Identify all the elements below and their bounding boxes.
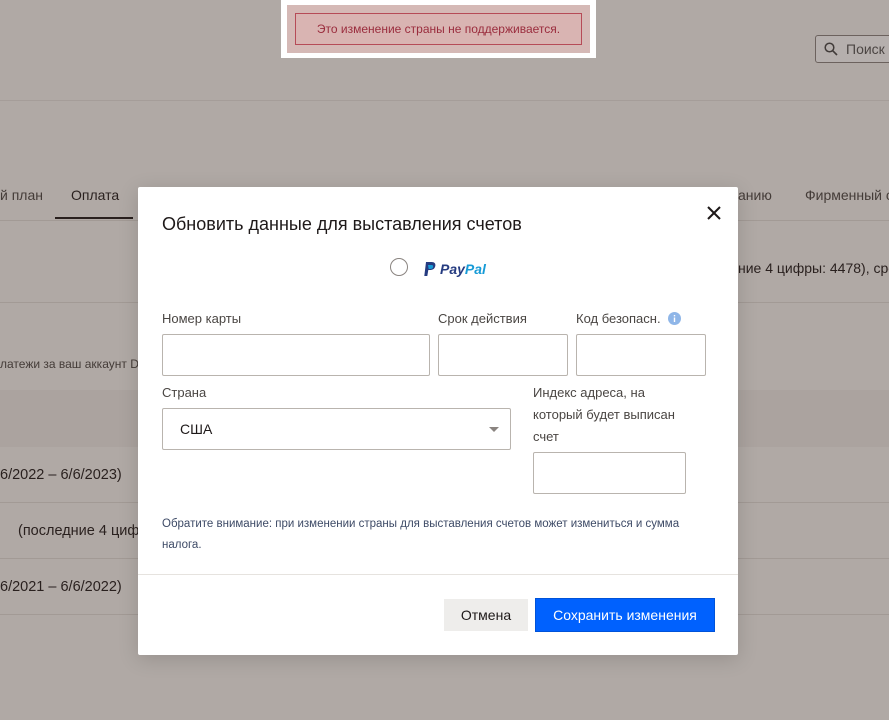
country-label: Страна (162, 385, 207, 400)
expiry-input[interactable] (438, 334, 568, 376)
info-icon[interactable] (668, 312, 682, 325)
zip-label: Индекс адреса, на который будет выписан … (533, 385, 675, 444)
cvc-label: Код безопасн. (576, 311, 682, 326)
expiry-label: Срок действия (438, 311, 527, 326)
paypal-radio[interactable] (390, 258, 408, 276)
error-message: Это изменение страны не поддерживается. (295, 13, 582, 45)
zip-input[interactable] (533, 452, 686, 494)
close-button[interactable] (704, 203, 724, 223)
card-number-label: Номер карты (162, 311, 242, 326)
paypal-icon (424, 262, 436, 276)
cvc-input[interactable] (576, 334, 706, 376)
paypal-logo: Pay Pal (423, 260, 486, 278)
chevron-down-icon (489, 427, 499, 432)
error-banner: Это изменение страны не поддерживается. (281, 0, 596, 58)
billing-modal: Обновить данные для выставления счетов P… (138, 187, 738, 655)
close-icon (707, 206, 721, 220)
card-number-input[interactable] (162, 334, 430, 376)
tax-note: Обратите внимание: при изменении страны … (162, 518, 680, 551)
country-select[interactable]: США (162, 408, 511, 450)
paypal-text-1: Pay (440, 261, 465, 277)
cancel-button[interactable]: Отмена (444, 599, 528, 631)
footer-divider (138, 574, 738, 575)
cvc-label-text: Код безопасн. (576, 311, 661, 326)
paypal-text-2: Pal (464, 261, 486, 277)
modal-title: Обновить данные для выставления счетов (162, 214, 522, 234)
save-changes-button[interactable]: Сохранить изменения (535, 598, 715, 632)
country-value: США (180, 421, 213, 437)
